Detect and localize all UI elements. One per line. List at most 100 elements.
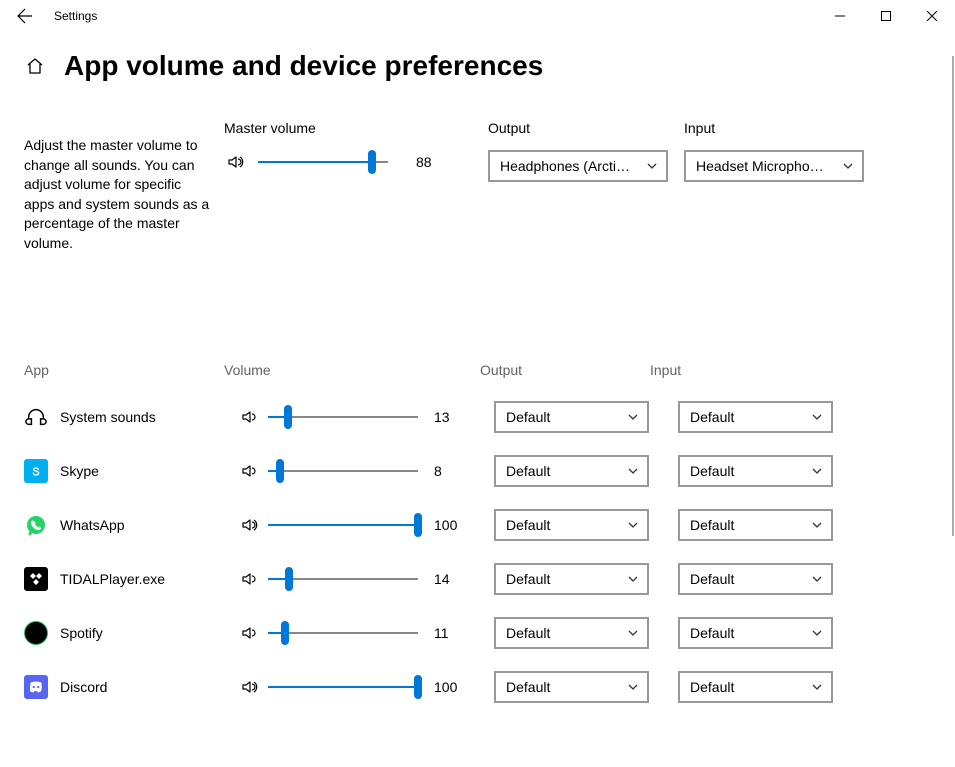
app-icon-glyph (27, 678, 45, 696)
app-volume-mute-button[interactable] (238, 624, 260, 642)
app-volume-value: 100 (434, 517, 468, 533)
output-label: Output (488, 120, 668, 136)
app-input-select[interactable]: Default (678, 509, 833, 541)
home-button[interactable] (24, 55, 46, 77)
app-row: System sounds 13 Default Default (24, 388, 955, 446)
app-input-select[interactable]: Default (678, 671, 833, 703)
chevron-down-icon (811, 519, 823, 531)
window-title: Settings (54, 9, 97, 23)
app-input-value: Default (690, 463, 805, 479)
app-output-select[interactable]: Default (494, 455, 649, 487)
app-output-value: Default (506, 571, 621, 587)
output-header: Output (480, 362, 650, 378)
app-volume-slider[interactable] (268, 459, 418, 483)
app-output-value: Default (506, 517, 621, 533)
master-volume-slider[interactable] (258, 150, 388, 174)
chevron-down-icon (627, 573, 639, 585)
app-output-select[interactable]: Default (494, 563, 649, 595)
app-volume-mute-button[interactable] (238, 678, 260, 696)
minimize-button[interactable] (817, 0, 863, 32)
discord-icon (24, 675, 48, 699)
app-output-select[interactable]: Default (494, 401, 649, 433)
titlebar: Settings (0, 0, 955, 32)
app-volume-slider[interactable] (268, 513, 418, 537)
app-icon-glyph (28, 463, 44, 479)
chevron-down-icon (842, 160, 854, 172)
app-input-value: Default (690, 517, 805, 533)
app-volume-value: 11 (434, 625, 468, 641)
app-name-label: Discord (60, 679, 107, 695)
input-label: Input (684, 120, 864, 136)
app-volume-value: 100 (434, 679, 468, 695)
chevron-down-icon (811, 411, 823, 423)
app-name-label: WhatsApp (60, 517, 125, 533)
home-icon (25, 56, 45, 76)
master-volume-mute-button[interactable] (224, 153, 246, 171)
close-button[interactable] (909, 0, 955, 32)
app-volume-mute-button[interactable] (238, 570, 260, 588)
back-button[interactable] (14, 5, 36, 27)
app-icon-glyph (27, 570, 45, 588)
app-volume-slider[interactable] (268, 675, 418, 699)
app-output-select[interactable]: Default (494, 671, 649, 703)
headphones-icon (24, 405, 48, 429)
app-volume-slider[interactable] (268, 621, 418, 645)
chevron-down-icon (627, 411, 639, 423)
app-name-label: Spotify (60, 625, 103, 641)
spotify-icon (24, 621, 48, 645)
chevron-down-icon (627, 681, 639, 693)
maximize-button[interactable] (863, 0, 909, 32)
app-input-value: Default (690, 679, 805, 695)
skype-icon (24, 459, 48, 483)
tidal-icon (24, 567, 48, 591)
app-output-value: Default (506, 463, 621, 479)
chevron-down-icon (811, 465, 823, 477)
minimize-icon (835, 11, 845, 21)
app-output-select[interactable]: Default (494, 617, 649, 649)
app-input-select[interactable]: Default (678, 455, 833, 487)
maximize-icon (881, 11, 891, 21)
master-input-value: Headset Micropho… (696, 158, 836, 174)
chevron-down-icon (627, 519, 639, 531)
app-volume-mute-button[interactable] (238, 462, 260, 480)
app-input-select[interactable]: Default (678, 401, 833, 433)
app-input-select[interactable]: Default (678, 563, 833, 595)
master-volume-value: 88 (416, 154, 450, 170)
chevron-down-icon (627, 465, 639, 477)
chevron-down-icon (811, 627, 823, 639)
master-output-select[interactable]: Headphones (Arcti… (488, 150, 668, 182)
app-icon-glyph (24, 621, 48, 645)
app-input-value: Default (690, 625, 805, 641)
app-row: Spotify 11 Default Default (24, 604, 955, 662)
app-icon-glyph (25, 406, 47, 428)
volume-header: Volume (224, 362, 480, 378)
app-row: Discord 100 Default Default (24, 658, 955, 716)
app-name-label: System sounds (60, 409, 156, 425)
app-row: WhatsApp 100 Default Default (24, 496, 955, 554)
app-volume-slider[interactable] (268, 405, 418, 429)
app-input-value: Default (690, 571, 805, 587)
app-volume-slider[interactable] (268, 567, 418, 591)
chevron-down-icon (811, 681, 823, 693)
app-name-label: TIDALPlayer.exe (60, 571, 165, 587)
app-row: Skype 8 Default Default (24, 442, 955, 500)
app-volume-mute-button[interactable] (238, 516, 260, 534)
app-input-select[interactable]: Default (678, 617, 833, 649)
master-input-select[interactable]: Headset Micropho… (684, 150, 864, 182)
page-description: Adjust the master volume to change all s… (24, 136, 224, 254)
input-header: Input (650, 362, 820, 378)
app-output-select[interactable]: Default (494, 509, 649, 541)
master-volume-label: Master volume (224, 120, 464, 136)
scrollbar[interactable] (952, 56, 954, 536)
app-volume-mute-button[interactable] (238, 408, 260, 426)
app-volume-value: 14 (434, 571, 468, 587)
app-header: App (24, 362, 224, 378)
app-output-value: Default (506, 679, 621, 695)
whatsapp-icon (24, 513, 48, 537)
page-title: App volume and device preferences (64, 50, 543, 82)
app-row: TIDALPlayer.exe 14 Default Default (24, 550, 955, 608)
master-output-value: Headphones (Arcti… (500, 158, 640, 174)
app-input-value: Default (690, 409, 805, 425)
app-output-value: Default (506, 625, 621, 641)
app-output-value: Default (506, 409, 621, 425)
